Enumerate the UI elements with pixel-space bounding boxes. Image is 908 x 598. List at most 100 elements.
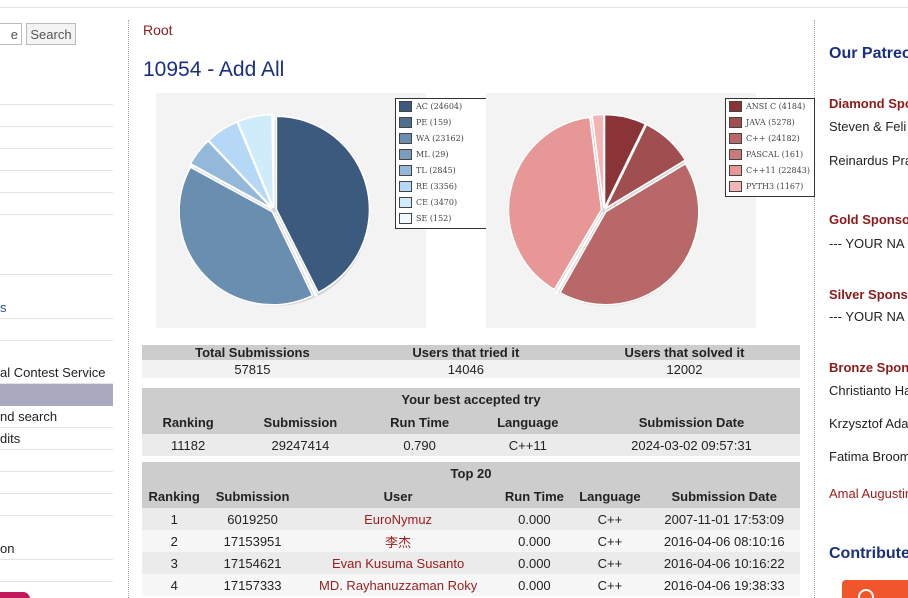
users-solved-header: Users that solved it — [568, 345, 800, 360]
legend-label: RE (3356) — [416, 182, 458, 191]
diamond-sponsor: Steven & Feli — [829, 119, 907, 134]
sidebar-menu-item[interactable] — [0, 127, 113, 149]
language-chart-panel — [486, 93, 756, 328]
patreon-button[interactable] — [842, 580, 908, 598]
legend-swatch — [399, 197, 412, 208]
rank-cell: 1 — [142, 508, 207, 530]
top20-table: Top 20 Ranking Submission User Run Time … — [142, 462, 800, 596]
language-cell: C++ — [571, 574, 649, 596]
users-tried-value: 14046 — [362, 360, 569, 378]
search-button[interactable]: Search — [26, 23, 76, 45]
legend-item: PASCAL (161) — [726, 147, 814, 163]
silver-sponsor: --- YOUR NA — [829, 309, 905, 324]
bronze-sponsor: Krzysztof Ada — [829, 416, 908, 431]
submission-cell[interactable]: 6019250 — [206, 508, 299, 530]
legend-label: JAVA (5278) — [746, 118, 795, 127]
sidebar-menu-item[interactable] — [0, 384, 113, 406]
legend-label: CE (3470) — [416, 198, 458, 207]
sidebar-menu-item[interactable]: on — [0, 538, 113, 560]
submission-cell[interactable]: 17157333 — [206, 574, 299, 596]
runtime-cell: 0.000 — [497, 530, 572, 552]
legend-label: C++11 (22843) — [746, 166, 810, 175]
legend-label: SE (152) — [416, 214, 452, 223]
date-cell: 2016-04-06 19:38:33 — [648, 574, 800, 596]
pink-tab[interactable] — [0, 592, 30, 598]
legend-swatch — [399, 117, 412, 128]
sidebar-menu-item[interactable] — [0, 253, 113, 275]
language-cell: C++ — [571, 552, 649, 574]
sidebar-menu-label: s — [0, 300, 7, 315]
legend-label: PYTH3 (1167) — [746, 182, 804, 191]
sidebar-menu-item[interactable] — [0, 193, 113, 215]
date-cell: 2007-11-01 17:53:09 — [648, 508, 800, 530]
diamond-sponsor: Reinardus Pra — [829, 153, 908, 168]
legend-swatch — [399, 133, 412, 144]
sidebar-menu-item[interactable]: dits — [0, 428, 113, 450]
sponsor-link[interactable]: Amal Augustin — [829, 486, 908, 501]
legend-label: C++ (24182) — [746, 134, 800, 143]
sidebar-menu-item[interactable] — [0, 319, 113, 341]
best-submission[interactable]: 29247414 — [234, 434, 367, 456]
legend-swatch — [399, 165, 412, 176]
search-input[interactable] — [0, 23, 22, 45]
table-row: 1 6019250 EuroNymuz 0.000 C++ 2007-11-01 17:5… — [142, 508, 800, 530]
runtime-cell: 0.000 — [497, 574, 572, 596]
contributors-heading: Contribute — [829, 545, 908, 562]
gold-sponsor: --- YOUR NA — [829, 236, 905, 251]
best-runtime: 0.790 — [366, 434, 473, 456]
sidebar-menu-item[interactable]: nd search — [0, 406, 113, 428]
legend-item: WA (23162) — [396, 131, 489, 147]
legend-swatch — [729, 117, 742, 128]
stats-table: Total Submissions Users that tried it Us… — [142, 345, 800, 378]
top-divider — [0, 7, 908, 8]
best-date-header: Submission Date — [583, 411, 800, 434]
legend-swatch — [729, 133, 742, 144]
legend-item: CE (3470) — [396, 195, 489, 211]
verdict-chart-panel — [156, 93, 426, 328]
sidebar-menu-item[interactable] — [0, 472, 113, 494]
legend-label: PE (159) — [416, 118, 452, 127]
rank-cell: 2 — [142, 530, 207, 552]
best-try-title: Your best accepted try — [142, 388, 800, 411]
diamond-sponsors-label: Diamond Spo — [829, 96, 908, 111]
user-cell: EuroNymuz — [298, 508, 498, 530]
sidebar-menu-item[interactable] — [0, 494, 113, 516]
user-link[interactable]: MD. Rayhanuzzaman Roky — [319, 578, 477, 593]
sidebar-menu-item[interactable] — [0, 149, 113, 171]
user-link[interactable]: Evan Kusuma Susanto — [332, 556, 464, 571]
patreon-icon — [858, 589, 874, 598]
best-ranking: 11182 — [142, 434, 235, 456]
user-link[interactable]: 李杰 — [385, 535, 411, 550]
legend-swatch — [399, 101, 412, 112]
submission-cell[interactable]: 17153951 — [206, 530, 299, 552]
date-cell: 2016-04-06 08:10:16 — [648, 530, 800, 552]
legend-label: TL (2845) — [416, 166, 456, 175]
users-tried-header: Users that tried it — [362, 345, 569, 360]
user-cell: 李杰 — [298, 530, 498, 552]
rank-cell: 3 — [142, 552, 207, 574]
best-submission-header: Submission — [234, 411, 367, 434]
sidebar-menu-item[interactable]: al Contest Service — [0, 361, 113, 384]
left-sidebar: Search s al Contest Service nd search dits o… — [0, 0, 113, 598]
submission-cell[interactable]: 17154621 — [206, 552, 299, 574]
sidebar-menu-item[interactable] — [0, 105, 113, 127]
sidebar-menu-item[interactable] — [0, 560, 113, 582]
breadcrumb-root[interactable]: Root — [143, 22, 173, 38]
sidebar-menu-item[interactable]: s — [0, 297, 113, 319]
sidebar-menu-item[interactable] — [0, 83, 113, 105]
language-pie-chart — [507, 113, 700, 306]
legend-label: PASCAL (161) — [746, 150, 804, 159]
language-cell: C++ — [571, 508, 649, 530]
sidebar-menu-item[interactable] — [0, 450, 113, 472]
legend-label: AC (24604) — [416, 102, 463, 111]
best-language: C++11 — [472, 434, 583, 456]
legend-item: SE (152) — [396, 211, 489, 227]
user-link[interactable]: EuroNymuz — [364, 512, 432, 527]
legend-item: JAVA (5278) — [726, 115, 814, 131]
legend-swatch — [729, 165, 742, 176]
user-cell: MD. Rayhanuzzaman Roky — [298, 574, 498, 596]
sidebar-menu-item[interactable] — [0, 171, 113, 193]
legend-item: PE (159) — [396, 115, 489, 131]
table-row: 3 17154621 Evan Kusuma Susanto 0.000 C++ 2016… — [142, 552, 800, 574]
legend-item: PYTH3 (1167) — [726, 179, 814, 195]
